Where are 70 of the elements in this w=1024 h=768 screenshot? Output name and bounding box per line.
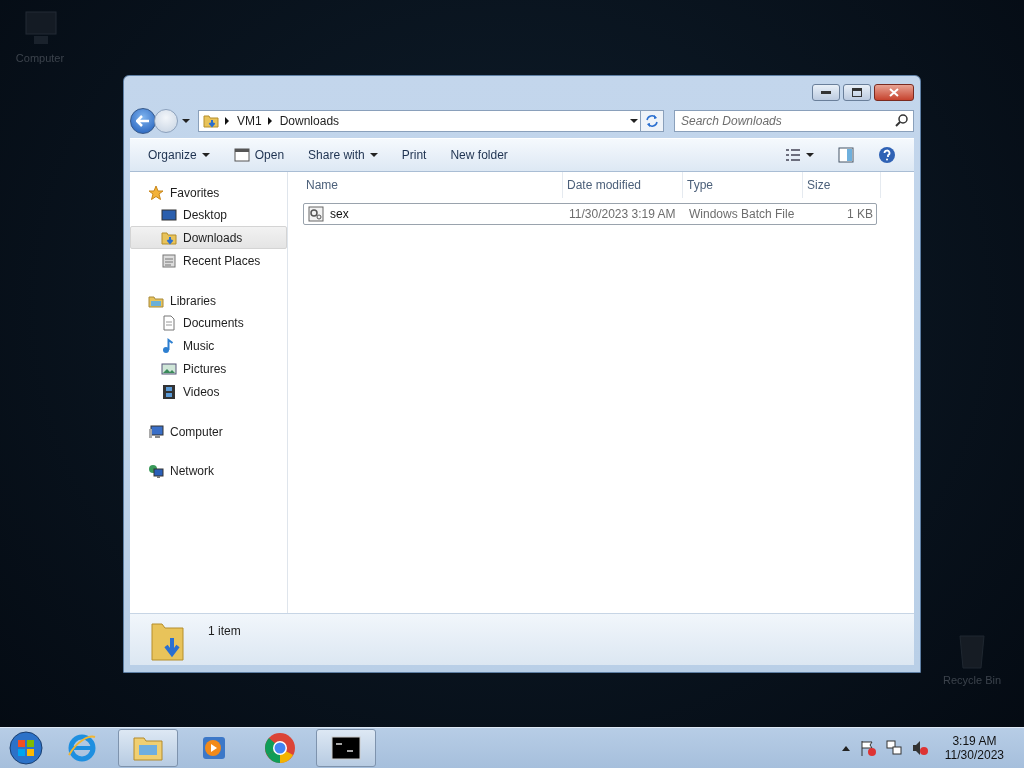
picture-icon xyxy=(161,360,177,377)
navigation-item[interactable]: Documents xyxy=(130,311,287,334)
film-icon xyxy=(161,383,177,400)
computer-icon xyxy=(148,423,164,440)
navigation-item[interactable]: Videos xyxy=(130,380,287,403)
toolbar-button[interactable]: New folder xyxy=(440,144,518,166)
toolbar-button[interactable]: Share with xyxy=(298,144,388,166)
file-name: sex xyxy=(330,207,349,221)
show-hidden-icons-icon[interactable] xyxy=(840,744,851,752)
help-icon xyxy=(878,146,896,164)
flag-icon[interactable] xyxy=(858,739,877,757)
speaker-muted-icon[interactable] xyxy=(910,739,929,757)
navigation-group[interactable]: Computer xyxy=(130,421,287,442)
batch-file-icon xyxy=(308,206,324,222)
column-header[interactable]: Type xyxy=(683,172,803,198)
maximize-button[interactable] xyxy=(843,84,871,101)
table-cell-text: Windows Batch File xyxy=(688,207,796,221)
navigation-group[interactable]: Libraries xyxy=(130,290,287,311)
network-icon xyxy=(148,462,164,479)
star-icon xyxy=(148,184,164,201)
minimize-icon xyxy=(821,90,831,95)
file-row[interactable]: sex 11/30/2023 3:19 AM Windows Batch File 1 KB xyxy=(303,203,877,225)
breadcrumb-item[interactable]: Downloads xyxy=(279,114,340,128)
command-prompt-icon[interactable] xyxy=(331,736,361,760)
column-header[interactable]: Date modified xyxy=(563,172,683,198)
column-header[interactable]: Size xyxy=(803,172,881,198)
list-view-icon xyxy=(785,148,801,162)
chrome-icon[interactable] xyxy=(264,732,296,764)
back-arrow-icon xyxy=(136,115,150,127)
search-icon[interactable] xyxy=(895,114,908,127)
clock-date[interactable]: 11/30/2023 xyxy=(944,748,1004,762)
table-cell-text: 1 KB xyxy=(846,207,874,221)
preview-pane-icon xyxy=(838,147,854,163)
close-button[interactable] xyxy=(874,84,914,101)
navigation-item[interactable]: Desktop xyxy=(130,203,287,226)
close-icon xyxy=(889,88,899,97)
window-icon xyxy=(233,147,250,163)
navigation-item[interactable]: Recent Places xyxy=(130,249,287,272)
downloads-folder-icon xyxy=(161,229,177,246)
refresh-button[interactable] xyxy=(640,110,664,132)
network-icon[interactable] xyxy=(884,739,903,757)
navigation-group[interactable]: Network xyxy=(130,460,287,481)
toolbar-button[interactable]: Open xyxy=(223,143,295,167)
minimize-button[interactable] xyxy=(812,84,840,101)
table-cell-text: 11/30/2023 3:19 AM xyxy=(568,207,677,221)
address-bar[interactable]: VM1 Downloads xyxy=(198,110,643,132)
toolbar-button[interactable]: Organize xyxy=(138,144,220,166)
downloads-folder-icon xyxy=(203,113,219,129)
back-button[interactable] xyxy=(130,108,156,134)
maximize-icon xyxy=(852,88,862,97)
clock-time[interactable]: 3:19 AM xyxy=(952,734,997,748)
breadcrumb-arrow-icon[interactable] xyxy=(225,117,229,125)
taskbar-button[interactable] xyxy=(316,729,376,767)
start-button[interactable] xyxy=(6,730,46,766)
navigation-item[interactable]: Music xyxy=(130,334,287,357)
document-icon xyxy=(161,314,177,331)
navigation-item[interactable]: Downloads xyxy=(130,226,287,249)
recent-places-icon xyxy=(161,252,177,269)
refresh-icon xyxy=(645,114,659,128)
desktop-icon xyxy=(161,206,177,223)
item-count: 1 item xyxy=(208,624,241,638)
toolbar-button[interactable]: Print xyxy=(391,144,437,166)
breadcrumb-arrow-icon[interactable] xyxy=(267,117,272,125)
navigation-item[interactable]: Pictures xyxy=(130,357,287,380)
search-field[interactable]: Search Downloads xyxy=(674,110,914,132)
breadcrumb-item[interactable]: VM1 xyxy=(237,114,262,128)
downloads-folder-icon xyxy=(150,620,186,662)
history-dropdown-icon[interactable] xyxy=(182,119,190,123)
navigation-group[interactable]: Favorites xyxy=(130,182,287,203)
column-header[interactable]: Name xyxy=(302,172,563,198)
